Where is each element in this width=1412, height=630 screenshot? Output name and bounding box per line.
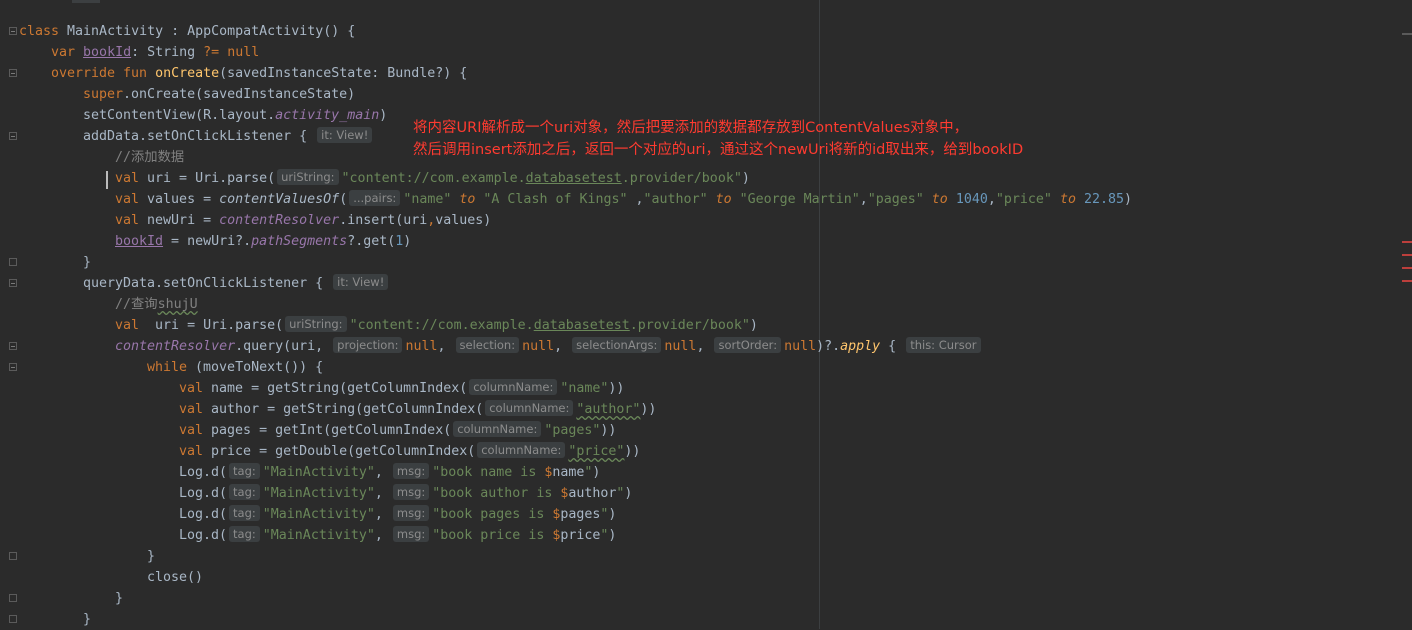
text-caret (106, 171, 108, 189)
editor-gutter[interactable] (0, 0, 18, 629)
fold-marker-icon[interactable] (9, 27, 17, 35)
scrollbar-error-marker[interactable] (1402, 33, 1412, 35)
fold-marker-icon[interactable] (9, 258, 17, 266)
code-line[interactable]: while (moveToNext()) { (147, 357, 323, 378)
inlay-hint: uriString: (277, 169, 339, 185)
code-comment[interactable]: //添加数据 (115, 147, 184, 168)
code-line[interactable]: Log.d(tag: "MainActivity", msg: "book pric… (179, 525, 616, 546)
fold-marker-icon[interactable] (9, 363, 17, 371)
scrollbar-error-marker[interactable] (1402, 241, 1412, 243)
inlay-hint: tag: (229, 505, 260, 521)
code-line[interactable]: close() (147, 567, 203, 588)
code-line[interactable]: val values = contentValuesOf(...pairs: "n… (115, 189, 1132, 210)
inlay-hint: selectionArgs: (572, 337, 662, 353)
fold-marker-icon[interactable] (9, 69, 17, 77)
inlay-hint: it: View! (317, 127, 373, 143)
inlay-hint: tag: (229, 526, 260, 542)
code-comment[interactable]: //查询shujU (115, 294, 198, 315)
inlay-hint: projection: (333, 337, 403, 353)
code-line[interactable]: } (83, 252, 91, 273)
code-line[interactable]: val uri = Uri.parse(uriString: "content:/… (115, 168, 750, 189)
inlay-hint: uriString: (285, 316, 347, 332)
inlay-hint: msg: (392, 463, 430, 479)
code-line[interactable]: class MainActivity : AppCompatActivity()… (19, 21, 355, 42)
fold-marker-icon[interactable] (9, 132, 17, 140)
inlay-hint: it: View! (333, 274, 389, 290)
code-line[interactable]: Log.d(tag: "MainActivity", msg: "book auth… (179, 483, 632, 504)
code-line[interactable]: Log.d(tag: "MainActivity", msg: "book page… (179, 504, 616, 525)
fold-marker-icon[interactable] (9, 594, 17, 602)
code-line[interactable]: bookId = newUri?.pathSegments?.get(1) (115, 231, 411, 252)
inlay-hint: selection: (455, 337, 520, 353)
inlay-hint: columnName: (485, 400, 574, 416)
code-line[interactable]: override fun onCreate(savedInstanceState… (51, 63, 467, 84)
scrollbar-error-marker[interactable] (1402, 267, 1412, 269)
annotation-line-2: 然后调用insert添加之后，返回一个对应的uri，通过这个newUri将新的i… (413, 142, 1024, 158)
inlay-hint: columnName: (477, 442, 566, 458)
fold-marker-icon[interactable] (9, 342, 17, 350)
code-line[interactable]: val price = getDouble(getColumnIndex(col… (179, 441, 640, 462)
code-line[interactable]: } (147, 546, 155, 567)
scrollbar-error-marker[interactable] (1402, 254, 1412, 256)
code-line[interactable]: } (83, 609, 91, 630)
code-line[interactable]: setContentView(R.layout.activity_main) (83, 105, 387, 126)
code-line[interactable]: val pages = getInt(getColumnIndex(column… (179, 420, 616, 441)
code-line[interactable]: queryData.setOnClickListener { it: View! (83, 273, 391, 294)
code-line[interactable]: } (115, 588, 123, 609)
code-line[interactable]: val newUri = contentResolver.insert(uri,… (115, 210, 491, 231)
inlay-hint: msg: (392, 505, 430, 521)
fold-marker-icon[interactable] (9, 615, 17, 623)
inlay-hint: sortOrder: (714, 337, 782, 353)
code-line[interactable]: addData.setOnClickListener { it: View! (83, 126, 375, 147)
inlay-hint: tag: (229, 463, 260, 479)
code-line[interactable]: val uri = Uri.parse(uriString: "content:/… (115, 315, 758, 336)
annotation-line-1: 将内容URI解析成一个uri对象，然后把要添加的数据都存放到ContentVal… (413, 120, 969, 136)
fold-marker-icon[interactable] (9, 279, 17, 287)
inlay-hint: ...pairs: (349, 190, 401, 206)
right-margin-guide (819, 0, 820, 629)
inlay-hint: msg: (392, 484, 430, 500)
scrollbar-error-marker[interactable] (1402, 280, 1412, 282)
fold-marker-icon[interactable] (9, 552, 17, 560)
inlay-hint: msg: (392, 526, 430, 542)
code-line[interactable]: contentResolver.query(uri, projection: nu… (115, 336, 984, 357)
inlay-hint: tag: (229, 484, 260, 500)
inlay-hint: columnName: (469, 379, 558, 395)
code-line[interactable]: val name = getString(getColumnIndex(colu… (179, 378, 624, 399)
code-line[interactable]: Log.d(tag: "MainActivity", msg: "book name… (179, 462, 600, 483)
inlay-hint: columnName: (453, 421, 542, 437)
inlay-hint: this: Cursor (906, 337, 981, 353)
code-line[interactable]: val author = getString(getColumnIndex(co… (179, 399, 656, 420)
code-line[interactable]: super.onCreate(savedInstanceState) (83, 84, 355, 105)
editor-tab-stub (72, 0, 100, 3)
code-line[interactable]: var bookId: String ?= null (51, 42, 259, 63)
